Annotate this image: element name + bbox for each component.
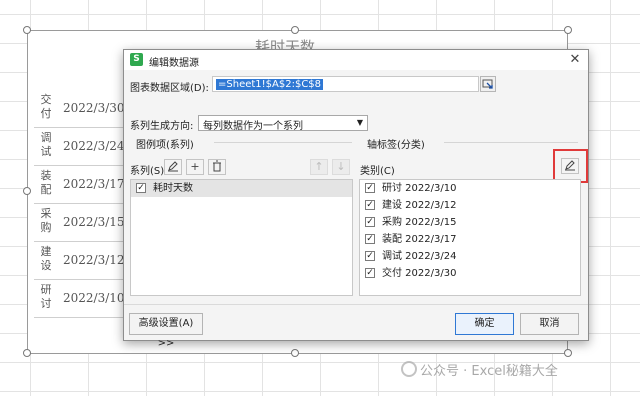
chart-category-label: 交付: [40, 93, 52, 120]
dialog-title: 编辑数据源: [149, 58, 199, 69]
checkbox[interactable]: ✓: [365, 217, 375, 227]
chart-date-label: 2022/3/15: [63, 215, 125, 229]
chart-category-label: 采购: [40, 207, 52, 234]
chart-resize-handle[interactable]: [564, 26, 572, 34]
plus-icon[interactable]: +: [186, 159, 204, 175]
data-range-input[interactable]: =Sheet1!$A$2:$C$8: [212, 76, 479, 92]
series-direction-value: 每列数据作为一个系列: [203, 121, 303, 132]
chart-category-row: 建设 2022/3/12: [34, 242, 134, 280]
series-direction-label: 系列生成方向:: [130, 121, 194, 132]
chart-resize-handle[interactable]: [291, 349, 299, 357]
checkbox[interactable]: ✓: [365, 183, 375, 193]
checkbox[interactable]: ✓: [365, 200, 375, 210]
chart-category-label: 调试: [40, 131, 52, 158]
list-item[interactable]: ✓ 调试 2022/3/24: [360, 248, 580, 265]
close-icon[interactable]: ✕: [566, 51, 584, 69]
chart-resize-handle[interactable]: [564, 349, 572, 357]
data-range-label: 图表数据区域(D):: [130, 83, 209, 94]
watermark: 公众号 · Excel秘籍大全: [420, 364, 558, 379]
chart-date-label: 2022/3/17: [63, 177, 125, 191]
chart-category-row: 调试 2022/3/24: [34, 128, 134, 166]
checkbox[interactable]: ✓: [365, 251, 375, 261]
series-list[interactable]: ✓ 耗时天数: [130, 179, 353, 296]
category-list[interactable]: ✓ 研讨 2022/3/10 ✓ 建设 2022/3/12 ✓ 采购 2022/…: [359, 179, 581, 296]
chart-category-label: 建设: [40, 245, 52, 272]
checkbox[interactable]: ✓: [365, 268, 375, 278]
chart-date-label: 2022/3/24: [63, 139, 125, 153]
chart-date-label: 2022/3/10: [63, 291, 125, 305]
list-item[interactable]: ✓ 耗时天数: [131, 180, 352, 197]
chart-category-row: 研讨 2022/3/10: [34, 280, 134, 318]
arrow-up-icon[interactable]: ↑: [310, 159, 328, 175]
pencil-icon[interactable]: [561, 158, 579, 174]
list-item[interactable]: ✓ 研讨 2022/3/10: [360, 180, 580, 197]
data-range-value: =Sheet1!$A$2:$C$8: [216, 79, 324, 90]
checkbox[interactable]: ✓: [136, 183, 146, 193]
edit-data-source-dialog: S 编辑数据源 ✕ 图表数据区域(D): =Sheet1!$A$2:$C$8 系…: [123, 49, 589, 349]
list-item[interactable]: ✓ 装配 2022/3/17: [360, 231, 580, 248]
arrow-down-icon[interactable]: ↓: [332, 159, 350, 175]
axis-group-title: 轴标签(分类): [367, 140, 425, 151]
chart-resize-handle[interactable]: [23, 349, 31, 357]
chart-date-label: 2022/3/30: [63, 101, 125, 115]
chevron-down-icon: ▼: [356, 118, 363, 127]
list-item[interactable]: ✓ 交付 2022/3/30: [360, 265, 580, 282]
checkbox[interactable]: ✓: [365, 234, 375, 244]
wechat-icon: [401, 361, 417, 377]
list-item[interactable]: ✓ 建设 2022/3/12: [360, 197, 580, 214]
chart-category-label: 研讨: [40, 283, 52, 310]
chart-category-row: 装配 2022/3/17: [34, 166, 134, 204]
chart-resize-handle[interactable]: [23, 187, 31, 195]
chart-category-row: 交付 2022/3/30: [34, 90, 134, 128]
advanced-settings-button[interactable]: 高级设置(A) >>: [129, 313, 203, 349]
cancel-button[interactable]: 取消: [520, 313, 579, 335]
dialog-titlebar[interactable]: S 编辑数据源 ✕: [124, 50, 588, 70]
chart-date-label: 2022/3/12: [63, 253, 125, 267]
chart-category-label: 装配: [40, 169, 52, 196]
app-icon: S: [130, 53, 143, 66]
chart-category-row: 采购 2022/3/15: [34, 204, 134, 242]
series-label: 系列(S): [130, 166, 165, 177]
category-label: 类别(C): [360, 166, 395, 177]
trash-icon[interactable]: [208, 159, 226, 175]
list-item[interactable]: ✓ 采购 2022/3/15: [360, 214, 580, 231]
series-direction-select[interactable]: 每列数据作为一个系列 ▼: [198, 115, 368, 132]
pencil-icon[interactable]: [164, 159, 182, 175]
collapse-range-icon[interactable]: [480, 76, 496, 92]
ok-button[interactable]: 确定: [455, 313, 514, 335]
legend-group-title: 图例项(系列): [136, 140, 194, 151]
chart-resize-handle[interactable]: [291, 26, 299, 34]
chart-resize-handle[interactable]: [23, 26, 31, 34]
